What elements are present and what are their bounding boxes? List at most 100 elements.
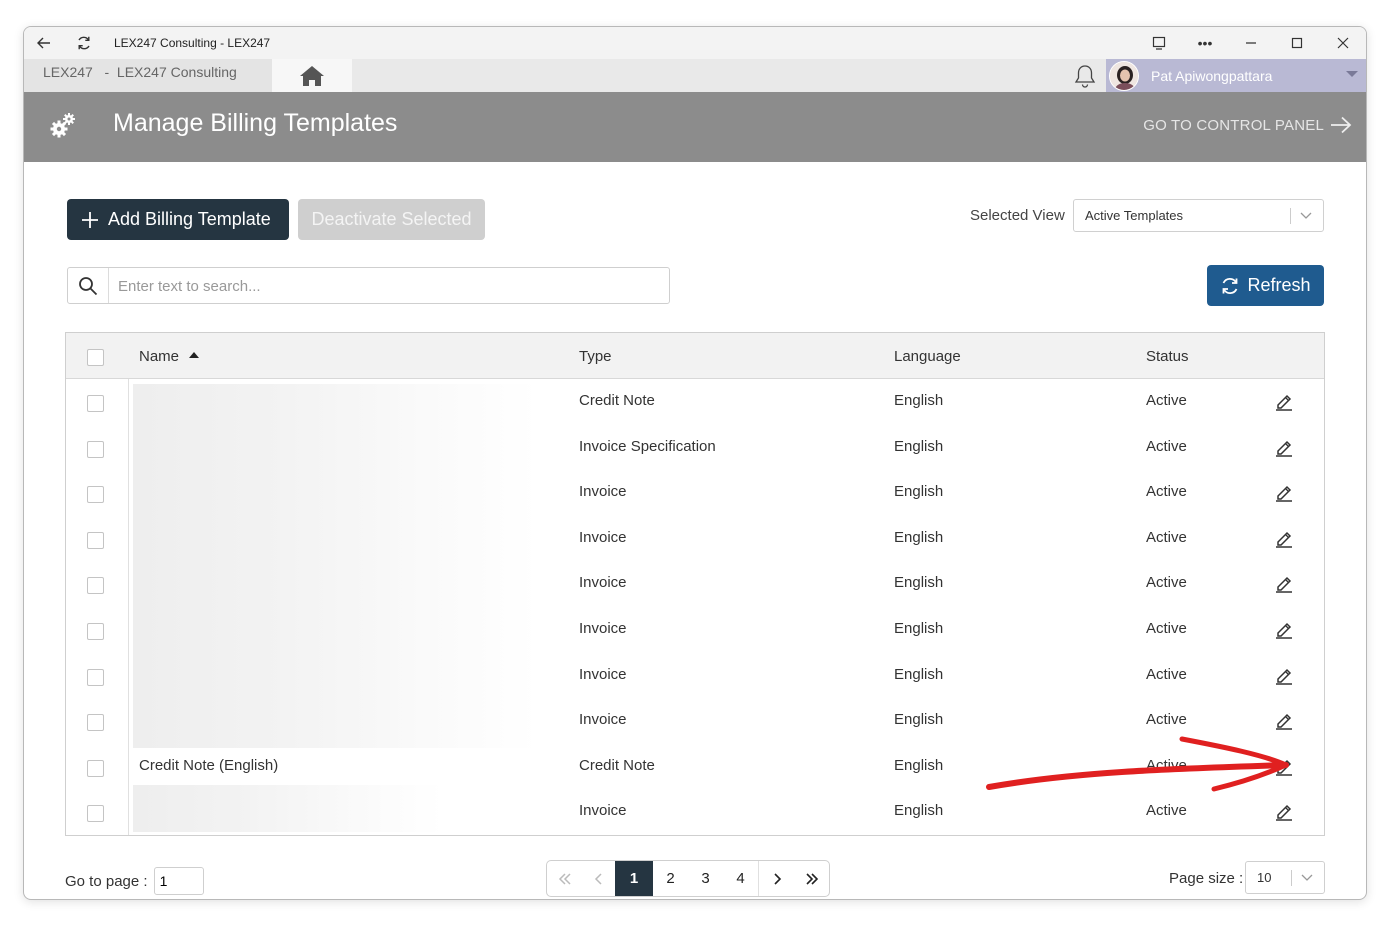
row-checkbox[interactable] (87, 805, 104, 823)
close-icon[interactable] (1320, 27, 1366, 59)
page-2-button[interactable]: 2 (653, 861, 688, 896)
row-checkbox[interactable] (87, 714, 104, 732)
column-header-type[interactable]: Type (579, 348, 612, 365)
back-arrow-icon[interactable] (24, 27, 64, 59)
control-panel-label: GO TO CONTROL PANEL (1143, 116, 1324, 134)
add-billing-template-button[interactable]: Add Billing Template (67, 199, 289, 240)
edit-pencil-icon[interactable] (1274, 391, 1294, 415)
last-page-icon[interactable] (794, 861, 829, 896)
reload-icon[interactable] (64, 27, 104, 59)
next-page-icon[interactable] (758, 861, 794, 896)
goto-page: Go to page : (65, 867, 204, 895)
home-icon[interactable] (272, 59, 352, 92)
row-checkbox[interactable] (87, 531, 104, 549)
title-bar: LEX247 Consulting - LEX247 ••• (24, 27, 1366, 59)
edit-pencil-icon[interactable] (1274, 710, 1294, 734)
select-all-checkbox[interactable] (87, 349, 104, 366)
row-checkbox[interactable] (87, 440, 104, 458)
page-header: Manage Billing Templates GO TO CONTROL P… (24, 92, 1366, 162)
cell-status: Active (1146, 756, 1187, 774)
cell-status: Active (1146, 665, 1187, 683)
browser-window: LEX247 Consulting - LEX247 ••• LEX247 - … (23, 26, 1367, 900)
page-3-button[interactable]: 3 (688, 861, 723, 896)
table-row: Credit Note English Active (66, 380, 1324, 426)
column-label-name: Name (139, 348, 180, 365)
cell-status: Active (1146, 392, 1187, 409)
column-header-name[interactable]: Name (139, 348, 200, 365)
cell-language: English (894, 711, 944, 729)
row-checkbox[interactable] (87, 759, 104, 777)
refresh-button[interactable]: Refresh (1207, 265, 1324, 306)
row-checkbox[interactable] (87, 395, 104, 412)
refresh-label: Refresh (1247, 275, 1311, 295)
table-row: Invoice English Active (66, 562, 1324, 608)
search-box (67, 267, 670, 304)
cell-language: English (894, 574, 944, 592)
cell-language: English (894, 802, 944, 820)
page-4-button[interactable]: 4 (723, 861, 758, 896)
cell-name: Credit Note (English) (139, 756, 279, 774)
chevron-down-icon[interactable] (1346, 71, 1358, 77)
cell-status: Active (1146, 802, 1187, 820)
cell-type: Invoice Specification (579, 437, 716, 455)
previous-page-icon[interactable] (582, 861, 615, 896)
row-checkbox[interactable] (87, 668, 104, 686)
cell-type: Invoice (579, 802, 627, 820)
add-button-label: Add Billing Template (108, 209, 271, 229)
cast-icon[interactable] (1136, 27, 1182, 59)
page-1-button[interactable]: 1 (615, 861, 653, 896)
page-size-value: 10 (1257, 870, 1272, 885)
edit-pencil-icon[interactable] (1274, 756, 1294, 780)
chevron-down-icon (1301, 874, 1313, 881)
row-checkbox[interactable] (87, 486, 104, 504)
cell-type: Invoice (579, 574, 627, 592)
table-row: Invoice English Active (66, 790, 1324, 836)
cell-type: Credit Note (579, 392, 655, 409)
window-title: LEX247 Consulting - LEX247 (114, 36, 271, 50)
row-checkbox[interactable] (87, 623, 104, 640)
edit-pencil-icon[interactable] (1274, 528, 1294, 552)
plus-icon (82, 211, 98, 228)
cell-type: Invoice (579, 483, 627, 501)
sort-ascending-icon (189, 352, 200, 358)
page-size-dropdown[interactable]: 10 (1245, 861, 1325, 894)
edit-pencil-icon[interactable] (1274, 573, 1294, 597)
cell-type: Credit Note (579, 756, 655, 774)
maximize-icon[interactable] (1274, 27, 1320, 59)
cell-type: Invoice (579, 711, 627, 729)
edit-pencil-icon[interactable] (1274, 437, 1294, 461)
bell-icon[interactable] (1072, 63, 1098, 89)
edit-pencil-icon[interactable] (1274, 619, 1294, 643)
cell-language: English (894, 665, 944, 683)
column-header-status[interactable]: Status (1146, 348, 1189, 365)
column-header-language[interactable]: Language (894, 348, 961, 365)
first-page-icon[interactable] (547, 861, 582, 896)
edit-pencil-icon[interactable] (1274, 482, 1294, 506)
cell-language: English (894, 483, 944, 501)
cell-language: English (894, 392, 944, 409)
table-row: Invoice English Active (66, 517, 1324, 563)
page-size-label: Page size : (1169, 870, 1244, 887)
selected-view-label: Selected View (970, 207, 1065, 224)
minimize-icon[interactable] (1228, 27, 1274, 59)
row-checkbox[interactable] (87, 577, 104, 595)
table-row: Invoice English Active (66, 699, 1324, 745)
deactivate-selected-button[interactable]: Deactivate Selected (298, 199, 485, 240)
edit-pencil-icon[interactable] (1274, 801, 1294, 825)
breadcrumb: LEX247 - LEX247 Consulting (24, 59, 272, 92)
control-panel-link[interactable]: GO TO CONTROL PANEL (1143, 116, 1352, 134)
edit-pencil-icon[interactable] (1274, 665, 1294, 689)
goto-page-input[interactable] (153, 867, 204, 895)
table-row: Credit Note (English) Credit Note English A… (66, 745, 1324, 791)
user-menu[interactable]: Pat Apiwongpattara (1106, 59, 1366, 92)
goto-page-label: Go to page : (65, 872, 148, 890)
selected-view-dropdown[interactable]: Active Templates (1073, 199, 1324, 232)
table-row: Invoice English Active (66, 471, 1324, 517)
app-bar: LEX247 - LEX247 Consulting Pat Apiwongpa… (24, 59, 1366, 92)
user-name: Pat Apiwongpattara (1151, 67, 1273, 84)
cell-language: English (894, 528, 944, 546)
search-input[interactable] (118, 275, 658, 297)
more-options-icon[interactable]: ••• (1182, 27, 1228, 59)
cell-type: Invoice (579, 665, 627, 683)
refresh-icon (1223, 277, 1238, 294)
